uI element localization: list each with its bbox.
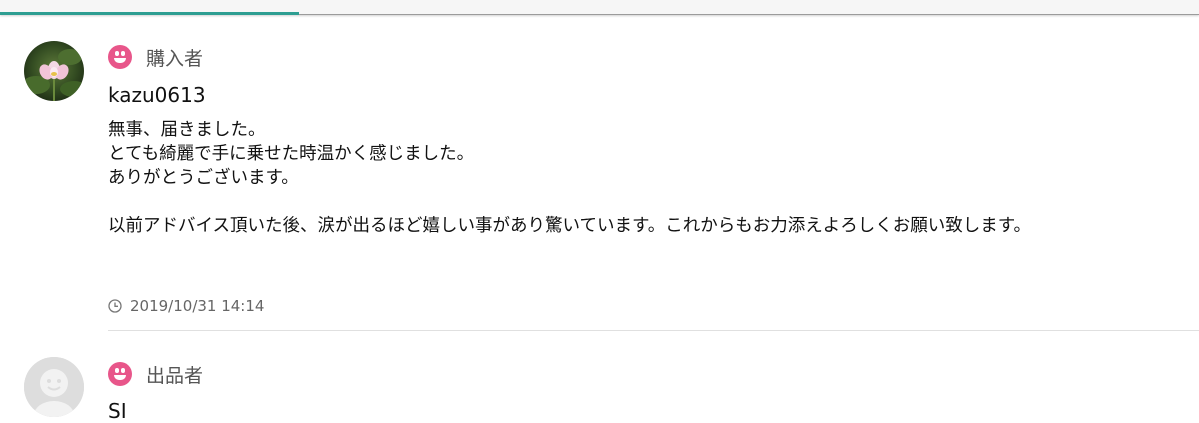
comment-text: 無事、届きました。 とても綺麗で手に乗せた時温かく感じました。 ありがとうござい… bbox=[108, 120, 1031, 236]
tab-3[interactable] bbox=[599, 0, 899, 14]
timestamp: 2019/10/31 14:14 bbox=[108, 297, 264, 315]
tab-4[interactable] bbox=[899, 0, 1199, 14]
username[interactable]: kazu0613 bbox=[108, 83, 206, 107]
avatar[interactable] bbox=[24, 41, 84, 101]
role-label: 出品者 bbox=[146, 364, 204, 387]
timestamp-text: 2019/10/31 14:14 bbox=[130, 297, 265, 315]
avatar[interactable] bbox=[24, 357, 84, 417]
clock-icon bbox=[108, 299, 122, 313]
role-label: 購入者 bbox=[146, 47, 204, 70]
role-row: 購入者 bbox=[108, 44, 203, 70]
username[interactable]: SI bbox=[108, 399, 127, 423]
lotus-flower-photo bbox=[24, 41, 84, 101]
default-user-icon bbox=[24, 357, 84, 417]
tab-bar bbox=[0, 0, 1199, 15]
divider bbox=[108, 330, 1199, 331]
smiley-face-icon bbox=[108, 45, 132, 69]
role-row: 出品者 bbox=[108, 361, 203, 387]
smiley-face-icon bbox=[108, 362, 132, 386]
active-tab-indicator bbox=[0, 12, 299, 15]
tab-2[interactable] bbox=[299, 0, 599, 14]
